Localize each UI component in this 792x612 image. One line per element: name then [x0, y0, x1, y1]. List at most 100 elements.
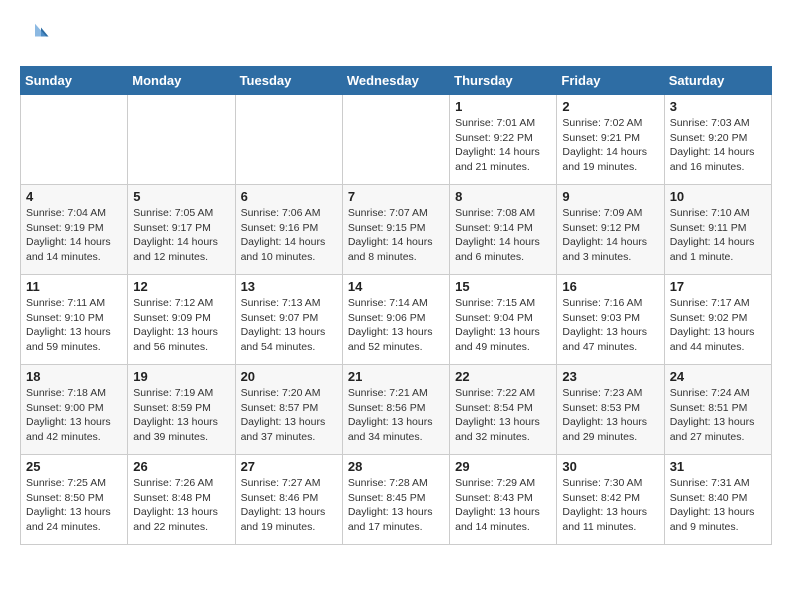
- day-cell: [235, 95, 342, 185]
- day-number: 23: [562, 369, 658, 384]
- day-number: 30: [562, 459, 658, 474]
- day-detail: Sunrise: 7:26 AM Sunset: 8:48 PM Dayligh…: [133, 476, 229, 535]
- day-cell: 28Sunrise: 7:28 AM Sunset: 8:45 PM Dayli…: [342, 455, 449, 545]
- day-detail: Sunrise: 7:18 AM Sunset: 9:00 PM Dayligh…: [26, 386, 122, 445]
- day-detail: Sunrise: 7:06 AM Sunset: 9:16 PM Dayligh…: [241, 206, 337, 265]
- week-row-1: 1 Sunrise: 7:01 AM Sunset: 9:22 PM Daylig…: [21, 95, 772, 185]
- week-row-4: 18Sunrise: 7:18 AM Sunset: 9:00 PM Dayli…: [21, 365, 772, 455]
- column-header-sunday: Sunday: [21, 67, 128, 95]
- day-cell: 29Sunrise: 7:29 AM Sunset: 8:43 PM Dayli…: [450, 455, 557, 545]
- column-header-wednesday: Wednesday: [342, 67, 449, 95]
- day-cell: 16Sunrise: 7:16 AM Sunset: 9:03 PM Dayli…: [557, 275, 664, 365]
- day-cell: 23 Sunrise: 7:23 AM Sunset: 8:53 PM Dayli…: [557, 365, 664, 455]
- day-number: 6: [241, 189, 337, 204]
- day-number: 26: [133, 459, 229, 474]
- day-cell: 10 Sunrise: 7:10 AM Sunset: 9:11 PM Dayli…: [664, 185, 771, 275]
- day-number: 7: [348, 189, 444, 204]
- logo-icon: [20, 20, 50, 50]
- day-cell: 18Sunrise: 7:18 AM Sunset: 9:00 PM Dayli…: [21, 365, 128, 455]
- logo: [20, 20, 54, 50]
- day-cell: 20Sunrise: 7:20 AM Sunset: 8:57 PM Dayli…: [235, 365, 342, 455]
- day-cell: [21, 95, 128, 185]
- day-detail: Sunrise: 7:29 AM Sunset: 8:43 PM Dayligh…: [455, 476, 551, 535]
- day-detail: Sunrise: 7:16 AM Sunset: 9:03 PM Dayligh…: [562, 296, 658, 355]
- day-cell: 9 Sunrise: 7:09 AM Sunset: 9:12 PM Daylig…: [557, 185, 664, 275]
- day-cell: 26 Sunrise: 7:26 AM Sunset: 8:48 PM Dayli…: [128, 455, 235, 545]
- day-detail: Sunrise: 7:04 AM Sunset: 9:19 PM Dayligh…: [26, 206, 122, 265]
- day-cell: 25Sunrise: 7:25 AM Sunset: 8:50 PM Dayli…: [21, 455, 128, 545]
- day-cell: 11 Sunrise: 7:11 AM Sunset: 9:10 PM Dayli…: [21, 275, 128, 365]
- day-number: 10: [670, 189, 766, 204]
- day-cell: 13Sunrise: 7:13 AM Sunset: 9:07 PM Dayli…: [235, 275, 342, 365]
- day-cell: 3 Sunrise: 7:03 AM Sunset: 9:20 PM Daylig…: [664, 95, 771, 185]
- day-number: 2: [562, 99, 658, 114]
- day-number: 31: [670, 459, 766, 474]
- day-cell: 30 Sunrise: 7:30 AM Sunset: 8:42 PM Dayli…: [557, 455, 664, 545]
- day-number: 4: [26, 189, 122, 204]
- day-cell: 2 Sunrise: 7:02 AM Sunset: 9:21 PM Daylig…: [557, 95, 664, 185]
- day-number: 19: [133, 369, 229, 384]
- column-header-saturday: Saturday: [664, 67, 771, 95]
- day-cell: 14Sunrise: 7:14 AM Sunset: 9:06 PM Dayli…: [342, 275, 449, 365]
- day-detail: Sunrise: 7:19 AM Sunset: 8:59 PM Dayligh…: [133, 386, 229, 445]
- day-cell: 27Sunrise: 7:27 AM Sunset: 8:46 PM Dayli…: [235, 455, 342, 545]
- day-number: 20: [241, 369, 337, 384]
- day-number: 27: [241, 459, 337, 474]
- day-detail: Sunrise: 7:03 AM Sunset: 9:20 PM Dayligh…: [670, 116, 766, 175]
- day-number: 1: [455, 99, 551, 114]
- column-header-thursday: Thursday: [450, 67, 557, 95]
- day-cell: 24 Sunrise: 7:24 AM Sunset: 8:51 PM Dayli…: [664, 365, 771, 455]
- day-cell: 15Sunrise: 7:15 AM Sunset: 9:04 PM Dayli…: [450, 275, 557, 365]
- day-number: 15: [455, 279, 551, 294]
- day-cell: 1 Sunrise: 7:01 AM Sunset: 9:22 PM Daylig…: [450, 95, 557, 185]
- column-header-monday: Monday: [128, 67, 235, 95]
- day-detail: Sunrise: 7:25 AM Sunset: 8:50 PM Dayligh…: [26, 476, 122, 535]
- day-detail: Sunrise: 7:23 AM Sunset: 8:53 PM Dayligh…: [562, 386, 658, 445]
- day-number: 8: [455, 189, 551, 204]
- day-cell: 12 Sunrise: 7:12 AM Sunset: 9:09 PM Dayli…: [128, 275, 235, 365]
- column-header-tuesday: Tuesday: [235, 67, 342, 95]
- day-detail: Sunrise: 7:24 AM Sunset: 8:51 PM Dayligh…: [670, 386, 766, 445]
- day-cell: 8 Sunrise: 7:08 AM Sunset: 9:14 PM Daylig…: [450, 185, 557, 275]
- day-detail: Sunrise: 7:02 AM Sunset: 9:21 PM Dayligh…: [562, 116, 658, 175]
- day-cell: 31 Sunrise: 7:31 AM Sunset: 8:40 PM Dayli…: [664, 455, 771, 545]
- day-detail: Sunrise: 7:07 AM Sunset: 9:15 PM Dayligh…: [348, 206, 444, 265]
- calendar-table: SundayMondayTuesdayWednesdayThursdayFrid…: [20, 66, 772, 545]
- day-cell: [342, 95, 449, 185]
- day-number: 12: [133, 279, 229, 294]
- page-header: [20, 20, 772, 50]
- day-number: 17: [670, 279, 766, 294]
- day-detail: Sunrise: 7:01 AM Sunset: 9:22 PM Dayligh…: [455, 116, 551, 175]
- day-detail: Sunrise: 7:14 AM Sunset: 9:06 PM Dayligh…: [348, 296, 444, 355]
- day-cell: 5 Sunrise: 7:05 AM Sunset: 9:17 PM Daylig…: [128, 185, 235, 275]
- week-row-2: 4 Sunrise: 7:04 AM Sunset: 9:19 PM Daylig…: [21, 185, 772, 275]
- day-detail: Sunrise: 7:05 AM Sunset: 9:17 PM Dayligh…: [133, 206, 229, 265]
- day-number: 5: [133, 189, 229, 204]
- day-detail: Sunrise: 7:30 AM Sunset: 8:42 PM Dayligh…: [562, 476, 658, 535]
- day-cell: [128, 95, 235, 185]
- day-cell: 19 Sunrise: 7:19 AM Sunset: 8:59 PM Dayli…: [128, 365, 235, 455]
- day-cell: 21 Sunrise: 7:21 AM Sunset: 8:56 PM Dayli…: [342, 365, 449, 455]
- day-detail: Sunrise: 7:12 AM Sunset: 9:09 PM Dayligh…: [133, 296, 229, 355]
- day-number: 22: [455, 369, 551, 384]
- day-detail: Sunrise: 7:09 AM Sunset: 9:12 PM Dayligh…: [562, 206, 658, 265]
- day-detail: Sunrise: 7:08 AM Sunset: 9:14 PM Dayligh…: [455, 206, 551, 265]
- day-number: 11: [26, 279, 122, 294]
- week-row-5: 25Sunrise: 7:25 AM Sunset: 8:50 PM Dayli…: [21, 455, 772, 545]
- day-detail: Sunrise: 7:22 AM Sunset: 8:54 PM Dayligh…: [455, 386, 551, 445]
- day-cell: 7 Sunrise: 7:07 AM Sunset: 9:15 PM Daylig…: [342, 185, 449, 275]
- day-number: 13: [241, 279, 337, 294]
- day-number: 9: [562, 189, 658, 204]
- day-cell: 4 Sunrise: 7:04 AM Sunset: 9:19 PM Daylig…: [21, 185, 128, 275]
- week-row-3: 11 Sunrise: 7:11 AM Sunset: 9:10 PM Dayli…: [21, 275, 772, 365]
- day-cell: 17 Sunrise: 7:17 AM Sunset: 9:02 PM Dayli…: [664, 275, 771, 365]
- day-number: 3: [670, 99, 766, 114]
- day-number: 24: [670, 369, 766, 384]
- day-detail: Sunrise: 7:17 AM Sunset: 9:02 PM Dayligh…: [670, 296, 766, 355]
- column-header-friday: Friday: [557, 67, 664, 95]
- day-detail: Sunrise: 7:21 AM Sunset: 8:56 PM Dayligh…: [348, 386, 444, 445]
- day-detail: Sunrise: 7:11 AM Sunset: 9:10 PM Dayligh…: [26, 296, 122, 355]
- day-detail: Sunrise: 7:31 AM Sunset: 8:40 PM Dayligh…: [670, 476, 766, 535]
- day-number: 21: [348, 369, 444, 384]
- day-detail: Sunrise: 7:10 AM Sunset: 9:11 PM Dayligh…: [670, 206, 766, 265]
